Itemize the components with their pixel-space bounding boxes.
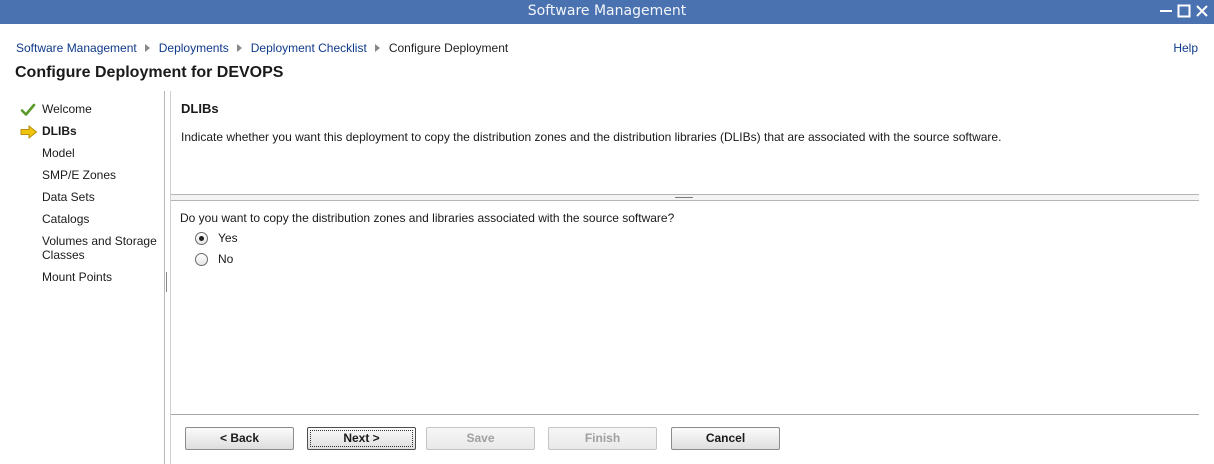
step-volumes-storage-classes[interactable]: Volumes and Storage Classes: [20, 234, 165, 262]
horizontal-splitter[interactable]: [171, 194, 1199, 201]
section-title: DLIBs: [181, 101, 219, 116]
help-link[interactable]: Help: [1173, 41, 1198, 55]
step-dlibs[interactable]: DLIBs: [20, 124, 165, 140]
step-label: Data Sets: [42, 190, 95, 204]
vertical-splitter-handle[interactable]: [166, 272, 168, 292]
section-description: Indicate whether you want this deploymen…: [181, 130, 1002, 144]
step-data-sets[interactable]: Data Sets: [20, 190, 165, 206]
step-label: Volumes and Storage Classes: [42, 234, 157, 262]
breadcrumb: Software Management Deployments Deployme…: [16, 41, 508, 55]
breadcrumb-separator-icon: [236, 44, 242, 52]
step-label: Catalogs: [42, 212, 90, 226]
breadcrumb-software-management[interactable]: Software Management: [16, 41, 137, 55]
copy-dlibs-question: Do you want to copy the distribution zon…: [180, 211, 675, 225]
panel-divider: [170, 91, 171, 464]
back-button[interactable]: < Back: [185, 427, 294, 450]
breadcrumb-configure-deployment: Configure Deployment: [388, 41, 509, 55]
page-title: Configure Deployment for DEVOPS: [15, 64, 284, 81]
step-model[interactable]: Model: [20, 146, 165, 162]
step-spacer: [20, 190, 42, 206]
step-welcome[interactable]: Welcome: [20, 102, 165, 118]
checkmark-icon: [20, 102, 42, 118]
step-catalogs[interactable]: Catalogs: [20, 212, 165, 228]
step-spacer: [20, 146, 42, 162]
step-smpe-zones[interactable]: SMP/E Zones: [20, 168, 165, 184]
step-spacer: [20, 234, 42, 250]
arrow-right-icon: [20, 124, 42, 140]
step-label: Mount Points: [42, 270, 113, 284]
radio-button-unchecked[interactable]: [195, 252, 208, 266]
panel-divider: [164, 91, 165, 464]
save-button[interactable]: Save: [426, 427, 535, 450]
next-button[interactable]: Next >: [307, 427, 416, 450]
step-label: DLIBs: [42, 124, 77, 138]
step-label: SMP/E Zones: [42, 168, 117, 182]
breadcrumb-deployments[interactable]: Deployments: [159, 41, 229, 55]
step-label: Welcome: [42, 102, 92, 116]
step-spacer: [20, 168, 42, 184]
footer-divider: [171, 414, 1199, 415]
step-label: Model: [42, 146, 75, 160]
window-titlebar: Software Management: [0, 0, 1214, 24]
radio-no[interactable]: No: [195, 252, 233, 266]
step-spacer: [20, 270, 42, 286]
radio-label: Yes: [218, 231, 238, 245]
breadcrumb-separator-icon: [144, 44, 150, 52]
minimize-icon[interactable]: [1158, 3, 1174, 19]
close-icon[interactable]: [1194, 3, 1210, 19]
cancel-button[interactable]: Cancel: [671, 427, 780, 450]
radio-label: No: [218, 252, 234, 266]
radio-button-checked[interactable]: [195, 231, 208, 245]
splitter-grip-icon: [675, 197, 693, 198]
finish-button[interactable]: Finish: [548, 427, 657, 450]
breadcrumb-deployment-checklist[interactable]: Deployment Checklist: [251, 41, 367, 55]
step-spacer: [20, 212, 42, 228]
maximize-icon[interactable]: [1176, 3, 1192, 19]
breadcrumb-separator-icon: [374, 44, 380, 52]
step-mount-points[interactable]: Mount Points: [20, 270, 165, 286]
radio-yes[interactable]: Yes: [195, 231, 238, 245]
window-title: Software Management: [527, 3, 687, 19]
